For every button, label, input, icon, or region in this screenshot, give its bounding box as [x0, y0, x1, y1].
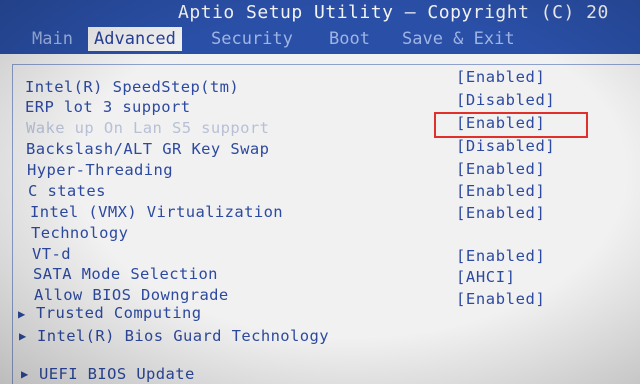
setting-label-speedstep[interactable]: Intel(R) SpeedStep(tm)	[25, 78, 239, 96]
bios-screen: Aptio Setup Utility – Copyright (C) 20 M…	[0, 0, 640, 384]
setting-label-backslash[interactable]: Backslash/ALT GR Key Swap	[26, 140, 269, 158]
highlight-box	[434, 112, 588, 138]
tab-advanced[interactable]: Advanced	[88, 27, 182, 51]
tab-save-exit[interactable]: Save & Exit	[396, 27, 521, 51]
title-text: Aptio Setup Utility – Copyright (C) 20	[178, 2, 609, 23]
setting-label-vmx-cont: Technology	[31, 224, 129, 242]
setting-label-erp[interactable]: ERP lot 3 support	[25, 98, 190, 116]
setting-value-speedstep[interactable]: [Enabled]	[456, 68, 545, 86]
setting-value-vtd[interactable]: [Enabled]	[456, 247, 545, 265]
setting-value-bios-downgrade[interactable]: [Enabled]	[456, 290, 545, 308]
main-panel: Intel(R) SpeedStep(tm) [Enabled] ERP lot…	[0, 54, 640, 384]
submenu-trusted-computing[interactable]: Trusted Computing	[36, 304, 201, 322]
tab-boot[interactable]: Boot	[323, 27, 376, 51]
setting-value-erp[interactable]: [Disabled]	[456, 91, 555, 109]
setting-value-sata[interactable]: [AHCI]	[456, 268, 516, 286]
tab-main[interactable]: Main	[26, 27, 79, 51]
submenu-uefi-update[interactable]: UEFI BIOS Update	[39, 365, 195, 383]
setting-label-wol[interactable]: Wake up On Lan S5 support	[26, 119, 269, 137]
triangle-right-icon: ▶	[21, 367, 29, 381]
submenu-bios-guard[interactable]: Intel(R) Bios Guard Technology	[37, 327, 329, 345]
triangle-right-icon: ▶	[19, 329, 27, 343]
setting-value-backslash[interactable]: [Disabled]	[456, 137, 555, 155]
setting-label-vmx[interactable]: Intel (VMX) Virtualization	[30, 203, 283, 221]
setting-label-sata[interactable]: SATA Mode Selection	[33, 265, 218, 283]
triangle-right-icon: ▶	[18, 307, 26, 321]
setting-label-cstates[interactable]: C states	[28, 182, 106, 200]
setting-value-hyperthreading[interactable]: [Enabled]	[456, 160, 545, 178]
setting-label-hyperthreading[interactable]: Hyper-Threading	[27, 161, 173, 179]
setting-value-cstates[interactable]: [Enabled]	[456, 182, 545, 200]
setting-value-vmx[interactable]: [Enabled]	[456, 204, 545, 222]
setting-label-bios-downgrade[interactable]: Allow BIOS Downgrade	[34, 286, 229, 304]
tab-security[interactable]: Security	[205, 27, 299, 51]
tab-bar: Main Advanced Security Boot Save & Exit	[0, 26, 640, 54]
setting-label-vtd[interactable]: VT-d	[32, 245, 71, 263]
